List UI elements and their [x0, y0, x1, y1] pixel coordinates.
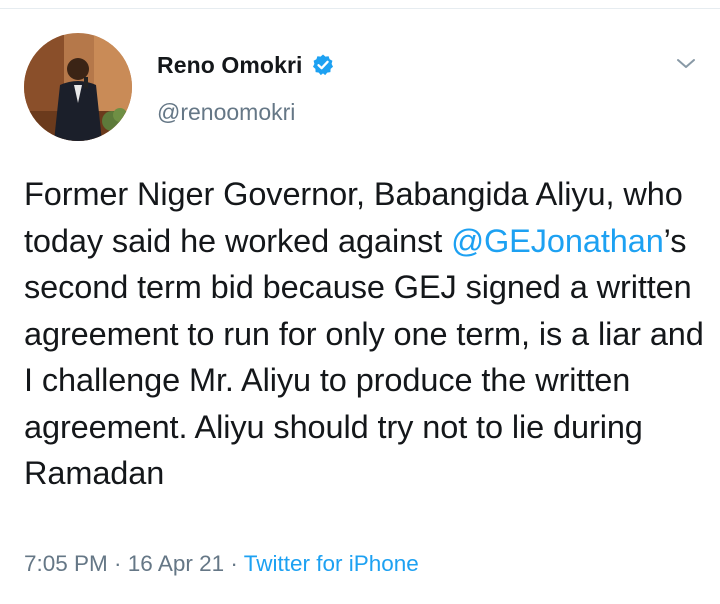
- author-handle[interactable]: @renoomokri: [157, 99, 295, 126]
- more-options-button[interactable]: [670, 50, 702, 78]
- top-divider: [0, 0, 720, 9]
- tweet-metadata: 7:05 PM · 16 Apr 21 · Twitter for iPhone: [24, 551, 419, 577]
- verified-badge-icon: [311, 53, 335, 77]
- tweet-date[interactable]: 16 Apr 21: [128, 551, 224, 576]
- tweet-source-link[interactable]: Twitter for iPhone: [244, 551, 419, 576]
- tweet-text: Former Niger Governor, Babangida Aliyu, …: [24, 171, 714, 497]
- meta-separator: ·: [107, 551, 128, 576]
- author-display-name[interactable]: Reno Omokri: [157, 52, 303, 79]
- avatar[interactable]: [24, 33, 132, 141]
- meta-separator: ·: [224, 551, 244, 576]
- avatar-image: [24, 33, 132, 141]
- chevron-down-icon: [677, 59, 695, 68]
- tweet-text-end: ’s second term bid because GEJ signed a …: [24, 222, 704, 492]
- mention-link[interactable]: @GEJonathan: [451, 223, 664, 259]
- tweet-time[interactable]: 7:05 PM: [24, 551, 108, 576]
- author-name-row: Reno Omokri: [157, 50, 335, 80]
